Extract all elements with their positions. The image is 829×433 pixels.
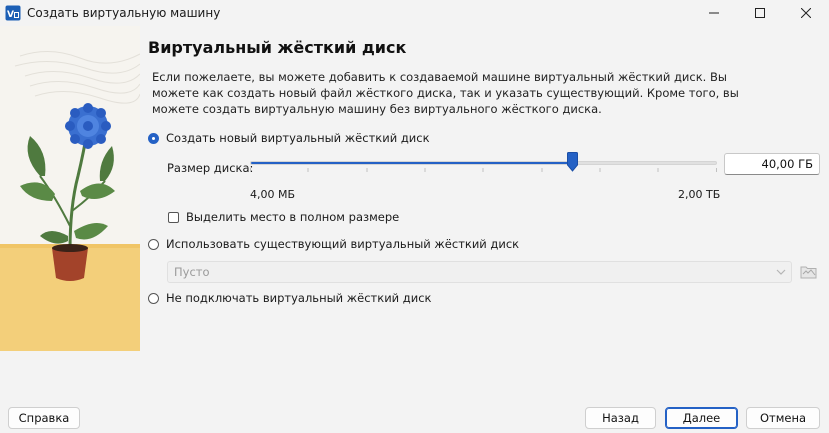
radio-no-disk-label: Не подключать виртуальный жёсткий диск: [166, 291, 432, 305]
title-bar: V Создать виртуальную машину: [0, 0, 829, 26]
slider-fill: [251, 162, 572, 164]
radio-use-existing-label: Использовать существующий виртуальный жё…: [166, 237, 520, 251]
preallocate-label: Выделить место в полном размере: [186, 210, 400, 224]
cancel-button[interactable]: Отмена: [746, 407, 820, 429]
radio-no-disk[interactable]: Не подключать виртуальный жёсткий диск: [148, 291, 432, 305]
plant-illustration: [0, 26, 140, 351]
disk-size-input[interactable]: [724, 153, 820, 175]
minimize-button[interactable]: [691, 0, 737, 26]
folder-icon: [800, 266, 817, 279]
next-button[interactable]: Далее: [665, 407, 738, 429]
radio-indicator[interactable]: [148, 292, 159, 304]
minimize-icon: [709, 12, 719, 14]
slider-max-label: 2,00 ТБ: [678, 188, 721, 201]
close-button[interactable]: [783, 0, 829, 26]
slider-min-label: 4,00 МБ: [250, 188, 296, 201]
disk-size-label: Размер диска:: [167, 161, 254, 175]
virtualbox-icon: V: [5, 5, 21, 21]
radio-indicator[interactable]: [148, 238, 159, 250]
maximize-icon: [755, 8, 765, 18]
maximize-button[interactable]: [737, 0, 783, 26]
slider-ticks: [250, 168, 717, 172]
preallocate-checkbox[interactable]: Выделить место в полном размере: [168, 210, 399, 224]
checkbox-indicator[interactable]: [168, 211, 179, 223]
existing-disk-select[interactable]: Пусто: [167, 261, 792, 283]
wizard-illustration: [0, 26, 140, 351]
slider-thumb[interactable]: [566, 152, 578, 172]
page-description: Если пожелаете, вы можете добавить к соз…: [152, 70, 739, 116]
radio-create-new-label: Создать новый виртуальный жёсткий диск: [166, 131, 430, 145]
page-title: Виртуальный жёсткий диск: [148, 38, 407, 57]
back-button[interactable]: Назад: [585, 407, 656, 429]
radio-create-new-disk[interactable]: Создать новый виртуальный жёсткий диск: [148, 131, 430, 145]
choose-disk-file-button[interactable]: [798, 261, 820, 283]
existing-disk-value: Пусто: [174, 265, 210, 279]
radio-use-existing-disk[interactable]: Использовать существующий виртуальный жё…: [148, 237, 519, 251]
radio-indicator[interactable]: [148, 132, 159, 144]
help-button[interactable]: Справка: [8, 407, 80, 429]
svg-text:V: V: [7, 10, 14, 20]
window-title: Создать виртуальную машину: [27, 6, 221, 20]
chevron-down-icon: [776, 269, 786, 275]
disk-size-slider[interactable]: [250, 161, 717, 165]
close-icon: [801, 8, 811, 18]
